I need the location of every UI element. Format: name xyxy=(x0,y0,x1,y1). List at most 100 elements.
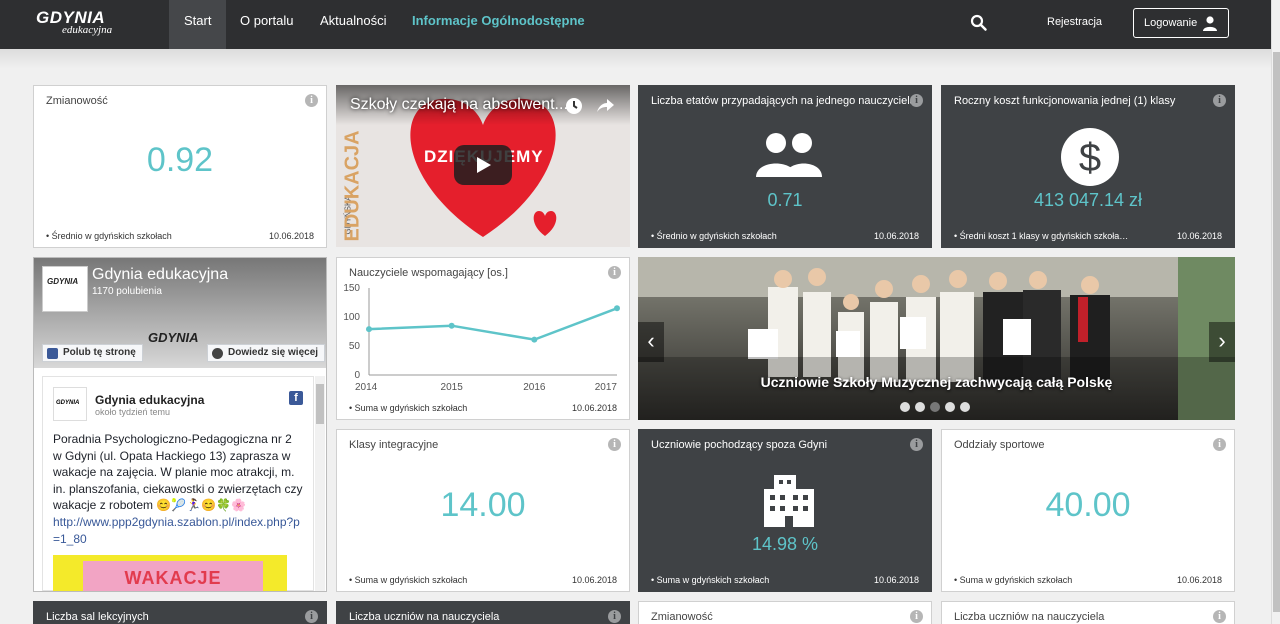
video-title[interactable]: Szkoły czekają na absolwent... xyxy=(350,96,568,114)
login-button[interactable]: Logowanie xyxy=(1133,8,1229,38)
fb-like-label: Polub tę stronę xyxy=(63,347,136,358)
nav-o-portalu[interactable]: O portalu xyxy=(225,0,308,49)
nav-aktualnosci[interactable]: Aktualności xyxy=(305,0,401,49)
line-chart: 0 50 100 150 2014 2015 2016 2017 xyxy=(343,283,620,393)
card-title: Zmianowość xyxy=(651,611,713,623)
card-title: Nauczyciele wspomagający [os.] xyxy=(349,267,508,279)
info-icon[interactable]: i xyxy=(305,610,318,623)
y-tick-label: 150 xyxy=(343,283,360,294)
carousel-dot[interactable] xyxy=(900,402,910,412)
y-tick-label: 50 xyxy=(349,341,361,352)
carousel-next-arrow[interactable]: › xyxy=(1209,322,1235,362)
nav-shadow xyxy=(0,49,1271,69)
carousel-dot[interactable] xyxy=(960,402,970,412)
news-carousel[interactable]: Uczniowie Szkoły Muzycznej zachwycają ca… xyxy=(638,257,1235,420)
carousel-dot[interactable] xyxy=(915,402,925,412)
top-navbar: GDYNIA edukacyjna Start O portalu Aktual… xyxy=(0,0,1271,49)
card-title: Liczba sal lekcyjnych xyxy=(46,611,149,623)
data-point xyxy=(448,322,455,329)
card-footnote: • Suma w gdyńskich szkołach xyxy=(349,403,468,413)
card-oddzialy-sportowe: Oddziały sportowe i 40.00 • Suma w gdyńs… xyxy=(941,429,1235,592)
fb-scrollbar-thumb[interactable] xyxy=(316,384,324,424)
card-title: Uczniowie pochodzący spoza Gdyni xyxy=(651,439,828,451)
data-point xyxy=(366,326,372,333)
info-icon[interactable]: i xyxy=(608,266,621,279)
fb-like-button[interactable]: Polub tę stronę xyxy=(42,344,143,362)
fb-likes: 1170 polubienia xyxy=(92,286,162,297)
svg-text:$: $ xyxy=(1079,136,1101,180)
scrollbar-thumb[interactable] xyxy=(1273,52,1280,612)
card-uczniow-na-nauczyciela-2: Liczba uczniów na nauczyciela i xyxy=(941,601,1235,624)
fb-page-logo[interactable]: GDYNIA xyxy=(42,266,88,312)
card-uczniowie-spoza: Uczniowie pochodzący spoza Gdyni i 14.98… xyxy=(638,429,932,592)
info-icon[interactable]: i xyxy=(910,438,923,451)
x-tick-label: 2016 xyxy=(523,382,546,393)
card-value: 413 047.14 zł xyxy=(1033,190,1143,210)
fb-learn-more-button[interactable]: Dowiedz się więcej xyxy=(207,344,326,362)
y-tick-label: 0 xyxy=(354,370,360,381)
card-footnote: • Suma w gdyńskich szkołach xyxy=(651,575,770,585)
youtube-video[interactable]: DZIĘKUJEMY GDYŃSKA EDUKACJA Szkoły czeka… xyxy=(336,85,630,247)
card-footnote: • Średnio w gdyńskich szkołach xyxy=(46,231,172,241)
facebook-icon xyxy=(47,348,58,359)
fb-post-link[interactable]: http://www.ppp2gdynia.szablon.pl/index.p… xyxy=(53,515,300,546)
card-title: Klasy integracyjne xyxy=(349,439,439,451)
info-icon[interactable]: i xyxy=(1213,94,1226,107)
card-title: Liczba etatów przypadających na jednego … xyxy=(651,95,916,107)
data-point xyxy=(531,336,538,343)
facebook-icon[interactable]: f xyxy=(289,391,303,405)
fb-post-time[interactable]: około tydzień temu xyxy=(95,407,170,417)
video-side-logo: GDYŃSKA EDUKACJA xyxy=(341,115,377,245)
card-title: Liczba uczniów na nauczyciela xyxy=(349,611,500,623)
card-zmianowosc-2: Zmianowość i xyxy=(638,601,932,624)
carousel-photo xyxy=(638,257,1235,420)
info-icon[interactable]: i xyxy=(608,438,621,451)
info-icon[interactable]: i xyxy=(1213,438,1226,451)
carousel-dot[interactable] xyxy=(945,402,955,412)
site-logo[interactable]: GDYNIA edukacyjna xyxy=(36,9,118,39)
page-scrollbar[interactable] xyxy=(1271,0,1280,624)
card-footnote: • Suma w gdyńskich szkołach xyxy=(954,575,1073,585)
card-value: 14.98 % xyxy=(751,534,819,554)
info-icon[interactable]: i xyxy=(910,94,923,107)
carousel-prev-arrow[interactable]: ‹ xyxy=(638,322,664,362)
info-icon[interactable]: i xyxy=(910,610,923,623)
card-uczniow-na-nauczyciela: Liczba uczniów na nauczyciela i xyxy=(336,601,630,624)
fb-post-author[interactable]: Gdynia edukacyjna xyxy=(95,393,204,407)
fb-cover-logo: GDYNIA xyxy=(148,330,199,345)
nav-informacje[interactable]: Informacje Ogólnodostępne xyxy=(397,0,600,49)
carousel-dot[interactable] xyxy=(930,402,940,412)
fb-scrollbar[interactable] xyxy=(315,376,325,591)
fb-post-body: Poradnia Psychologiczno-Pedagogiczna nr … xyxy=(53,431,303,547)
register-link[interactable]: Rejestracja xyxy=(1047,16,1102,28)
login-label: Logowanie xyxy=(1144,17,1198,29)
building-icon xyxy=(764,475,814,527)
fb-post: GDYNIA Gdynia edukacyjna około tydzień t… xyxy=(42,376,314,591)
info-icon xyxy=(212,348,223,359)
info-icon[interactable]: i xyxy=(1213,610,1226,623)
card-footnote: • Średnio w gdyńskich szkołach xyxy=(651,231,777,241)
fb-post-image-text: WAKACJE xyxy=(83,561,263,591)
share-icon[interactable] xyxy=(595,96,615,116)
info-icon[interactable]: i xyxy=(608,610,621,623)
fb-post-image[interactable]: WAKACJE xyxy=(53,555,287,591)
carousel-dots xyxy=(900,399,975,417)
series-line xyxy=(368,307,618,341)
carousel-caption[interactable]: Uczniowie Szkoły Muzycznej zachwycają ca… xyxy=(638,374,1235,390)
data-point xyxy=(614,305,620,312)
x-tick-label: 2014 xyxy=(355,382,378,393)
card-value: 0.71 xyxy=(767,190,803,210)
nav-start[interactable]: Start xyxy=(169,0,227,49)
facebook-widget: GDYNIA Gdynia edukacyjna 1170 polubienia… xyxy=(33,257,327,592)
card-date: 10.06.2018 xyxy=(1176,575,1222,585)
card-value: 14.00 xyxy=(440,486,526,524)
search-icon[interactable] xyxy=(970,14,990,34)
x-tick-label: 2017 xyxy=(595,382,618,393)
fb-page-name[interactable]: Gdynia edukacyjna xyxy=(92,266,228,284)
fb-post-avatar[interactable]: GDYNIA xyxy=(53,387,87,421)
watch-later-icon[interactable] xyxy=(564,96,584,116)
card-chart-nauczyciele: Nauczyciele wspomagający [os.] i 0 50 100 1… xyxy=(336,257,630,420)
card-value: 0.92 xyxy=(146,141,214,179)
info-icon[interactable]: i xyxy=(305,94,318,107)
play-button[interactable] xyxy=(454,145,512,185)
